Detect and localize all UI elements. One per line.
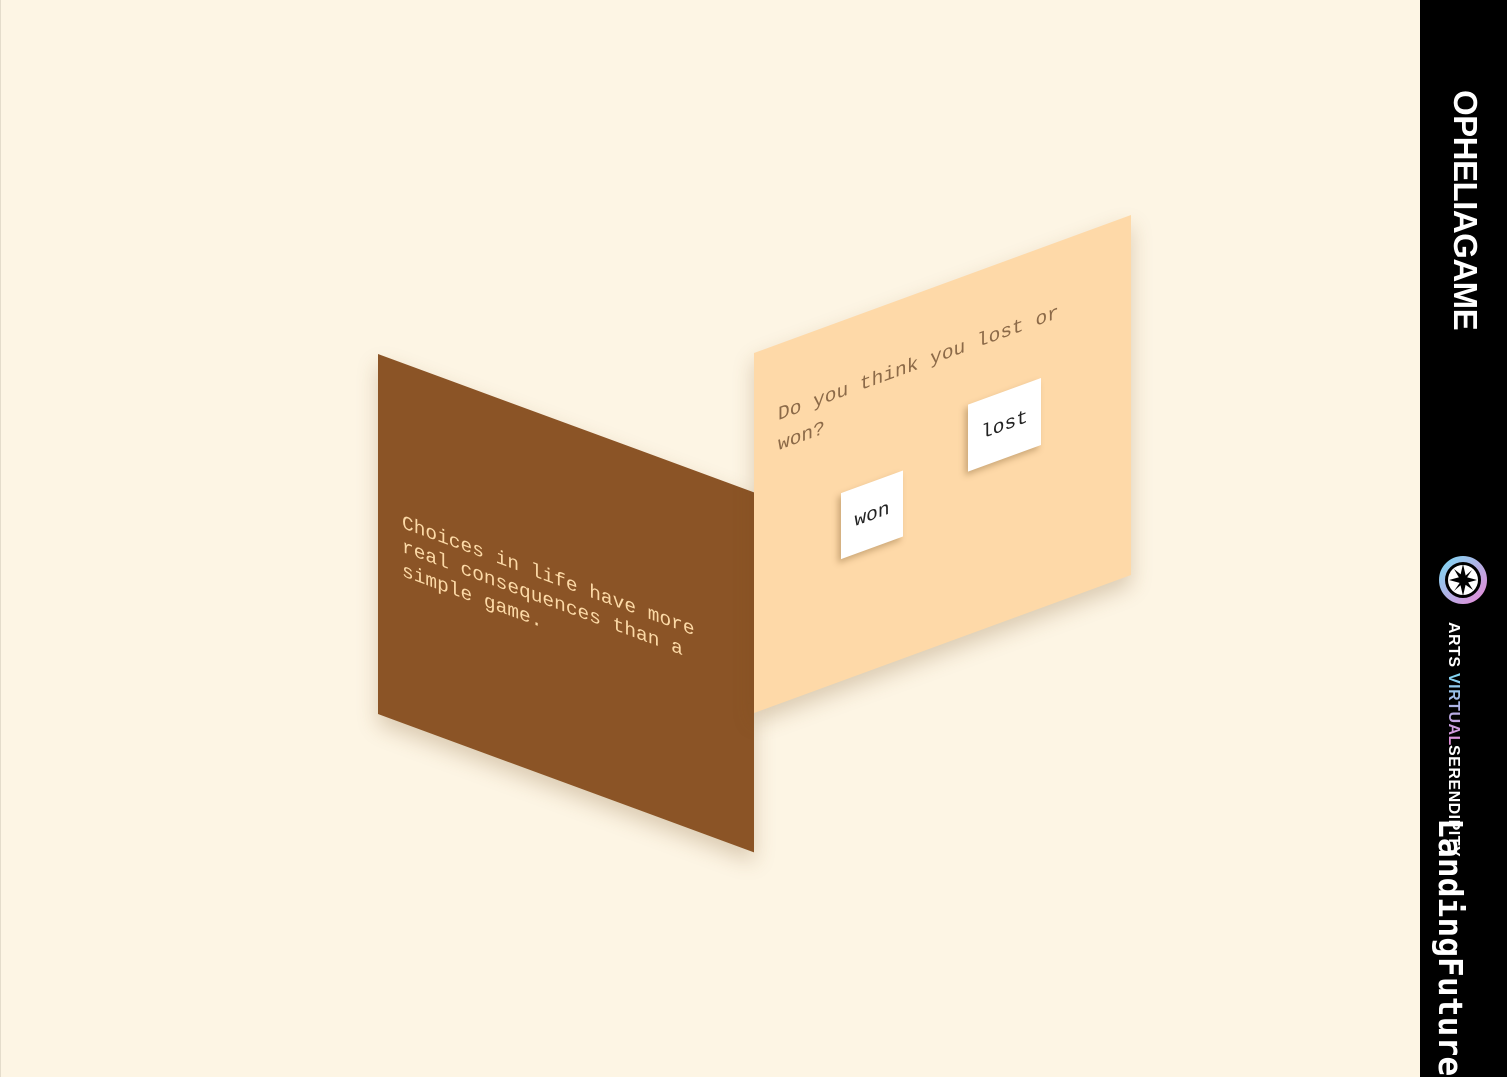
- virtual-label: VIRTUAL: [1445, 672, 1462, 746]
- won-button[interactable]: won: [841, 470, 903, 560]
- lost-button[interactable]: lost: [968, 377, 1041, 472]
- future-label: Future: [1431, 957, 1470, 1077]
- question-card: Do you think you lost or won? won lost: [754, 215, 1131, 713]
- question-text: Do you think you lost or won?: [778, 301, 1059, 457]
- statement-text: Choices in life have more real consequen…: [402, 511, 695, 662]
- sidebar: OPHELIAGAME SERENDIPITY ARTS VIRTUAL Fut…: [1420, 0, 1507, 1077]
- statement-card: Choices in life have more real consequen…: [378, 354, 754, 853]
- arts-virtual-label: ARTS VIRTUAL: [1444, 622, 1462, 745]
- future-landing-logo[interactable]: Future Landing: [1431, 818, 1470, 1077]
- ophelia-game-title[interactable]: OPHELIAGAME: [1446, 90, 1484, 330]
- serendipity-star-icon[interactable]: [1437, 548, 1489, 612]
- arts-label: ARTS: [1445, 622, 1462, 673]
- landing-label: Landing: [1431, 818, 1470, 958]
- game-stage: Choices in life have more real consequen…: [0, 0, 1420, 1077]
